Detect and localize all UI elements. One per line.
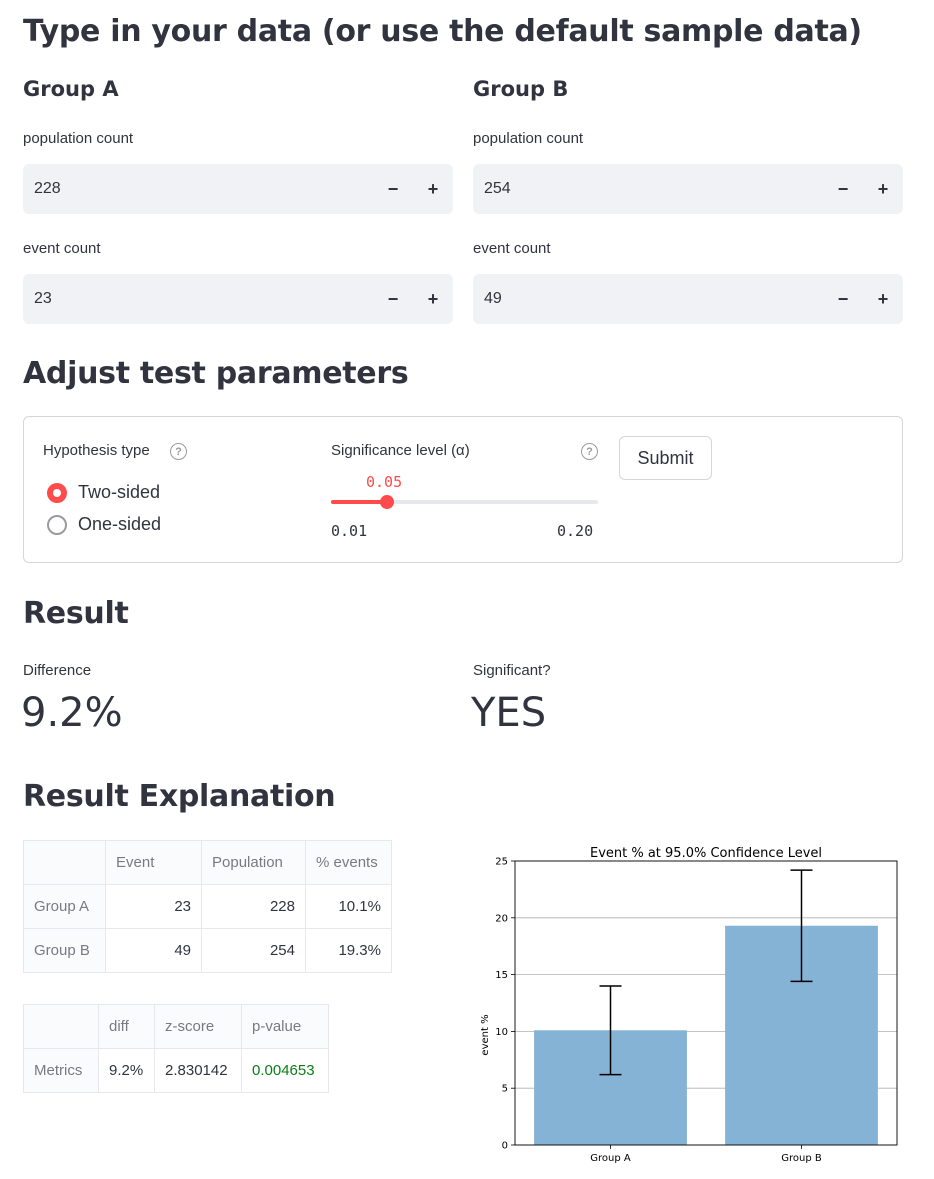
slider-min: 0.01 <box>331 522 368 540</box>
group-a-title: Group A <box>23 77 119 101</box>
group-b-event-input[interactable]: 49 − + <box>473 274 903 324</box>
radio-one-sided[interactable]: One-sided <box>47 514 161 535</box>
help-icon[interactable]: ? <box>170 443 187 460</box>
radio-unselected-icon[interactable] <box>47 514 67 535</box>
group-a-event-label: event count <box>23 240 101 257</box>
table-corner <box>23 1004 99 1049</box>
result-heading: Result <box>23 596 129 631</box>
increment-button[interactable]: + <box>863 164 903 214</box>
increment-button[interactable]: + <box>863 274 903 324</box>
table-cell: 49 <box>105 928 202 973</box>
table-cell: 23 <box>105 884 202 929</box>
table-row: Group B 49 254 19.3% <box>23 928 392 973</box>
slider-value: 0.05 <box>366 473 403 491</box>
slider-max: 0.20 <box>557 522 594 540</box>
column-header: Population <box>201 840 306 885</box>
y-tick-label: 15 <box>495 970 508 981</box>
table-row: Group A 23 228 10.1% <box>23 884 392 929</box>
radio-one-sided-label: One-sided <box>78 514 162 534</box>
table-cell: 19.3% <box>305 928 392 973</box>
decrement-button[interactable]: − <box>823 164 863 214</box>
decrement-button[interactable]: − <box>823 274 863 324</box>
increment-button[interactable]: + <box>413 274 453 324</box>
row-header: Group A <box>23 884 106 929</box>
input-heading: Type in your data (or use the default sa… <box>23 14 862 49</box>
table-cell: 9.2% <box>98 1048 155 1093</box>
p-value-cell: 0.004653 <box>241 1048 329 1093</box>
slider-thumb[interactable] <box>380 495 395 509</box>
y-tick-label: 10 <box>495 1027 508 1038</box>
group-a-population-label: population count <box>23 130 134 147</box>
params-form: Hypothesis type ? Two-sided One-sided Si… <box>23 416 903 563</box>
difference-value: 9.2% <box>21 690 123 736</box>
radio-selected-icon[interactable] <box>47 482 67 503</box>
table-cell: 254 <box>201 928 306 973</box>
hypothesis-label: Hypothesis type <box>43 442 150 459</box>
group-a-event-value[interactable]: 23 <box>23 290 373 308</box>
event-percent-chart: Event % at 95.0% Confidence Level event … <box>480 846 898 1164</box>
radio-two-sided[interactable]: Two-sided <box>47 482 160 503</box>
table-header-row: diff z-score p-value <box>23 1004 329 1049</box>
y-axis-label: event % <box>480 1014 491 1055</box>
row-header: Metrics <box>23 1048 99 1093</box>
column-header: Event <box>105 840 202 885</box>
y-tick-label: 25 <box>495 857 508 868</box>
submit-button[interactable]: Submit <box>619 436 712 480</box>
table-row: Metrics 9.2% 2.830142 0.004653 <box>23 1048 329 1093</box>
table-corner <box>23 840 106 885</box>
difference-label: Difference <box>23 662 92 679</box>
x-tick-label: Group B <box>781 1153 822 1164</box>
group-b-title: Group B <box>473 77 569 101</box>
increment-button[interactable]: + <box>413 164 453 214</box>
table-cell: 2.830142 <box>154 1048 242 1093</box>
column-header: p-value <box>241 1004 329 1049</box>
y-tick-label: 0 <box>502 1141 508 1152</box>
column-header: diff <box>98 1004 155 1049</box>
metrics-table: diff z-score p-value Metrics 9.2% 2.8301… <box>23 1004 329 1093</box>
group-b-event-value[interactable]: 49 <box>473 290 823 308</box>
group-b-population-value[interactable]: 254 <box>473 180 823 198</box>
table-cell: 228 <box>201 884 306 929</box>
column-header: z-score <box>154 1004 242 1049</box>
y-tick-label: 5 <box>502 1084 508 1095</box>
table-cell: 10.1% <box>305 884 392 929</box>
significant-label: Significant? <box>473 662 551 679</box>
table-header-row: Event Population % events <box>23 840 392 885</box>
group-a-event-input[interactable]: 23 − + <box>23 274 453 324</box>
group-table: Event Population % events Group A 23 228… <box>23 840 392 973</box>
x-tick-label: Group A <box>590 1153 631 1164</box>
help-icon[interactable]: ? <box>581 443 598 460</box>
group-b-population-label: population count <box>473 130 584 147</box>
params-heading: Adjust test parameters <box>23 356 409 391</box>
chart-title: Event % at 95.0% Confidence Level <box>590 846 822 861</box>
group-a-population-value[interactable]: 228 <box>23 180 373 198</box>
row-header: Group B <box>23 928 106 973</box>
group-a-population-input[interactable]: 228 − + <box>23 164 453 214</box>
slider-fill <box>331 500 388 504</box>
significant-value: YES <box>471 690 547 736</box>
y-tick-label: 20 <box>495 913 508 924</box>
radio-two-sided-label: Two-sided <box>78 482 161 502</box>
explanation-heading: Result Explanation <box>23 779 336 814</box>
significance-label: Significance level (α) <box>331 442 470 459</box>
decrement-button[interactable]: − <box>373 164 413 214</box>
column-header: % events <box>305 840 392 885</box>
group-b-population-input[interactable]: 254 − + <box>473 164 903 214</box>
group-b-event-label: event count <box>473 240 551 257</box>
decrement-button[interactable]: − <box>373 274 413 324</box>
